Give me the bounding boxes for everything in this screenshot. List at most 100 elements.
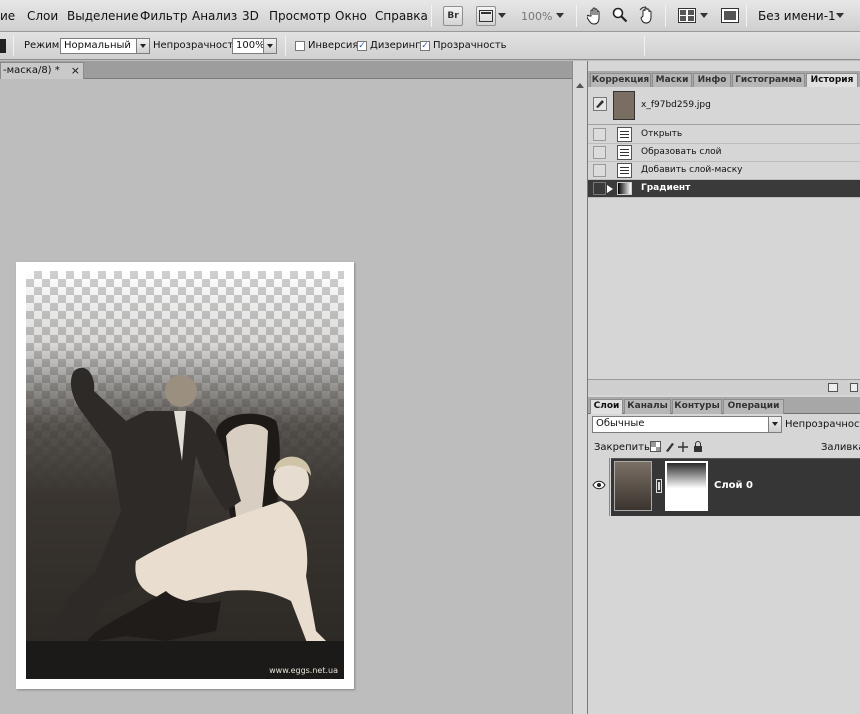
opacity-value: 100% — [236, 40, 265, 51]
tab-info[interactable]: Инфо — [693, 73, 731, 88]
view-extras-button[interactable] — [476, 6, 496, 26]
history-step-source-box[interactable] — [593, 164, 606, 177]
history-step[interactable]: Образовать слой — [588, 144, 860, 162]
zoom-level[interactable]: 100% — [521, 10, 552, 23]
chevron-down-icon[interactable] — [700, 13, 708, 18]
tab-layers[interactable]: Слои — [590, 399, 623, 414]
bridge-button[interactable]: Br — [443, 6, 463, 26]
history-step-label: Образовать слой — [641, 147, 722, 157]
history-step-icon — [617, 127, 632, 142]
chevron-down-icon[interactable] — [556, 13, 564, 18]
tab-paths[interactable]: Контуры — [672, 399, 722, 414]
chevron-down-icon — [136, 39, 149, 53]
separator — [746, 5, 747, 27]
transparency-checkbox[interactable]: ✓ — [420, 41, 430, 51]
fill-label: Заливка: — [821, 442, 860, 453]
layer-visibility-column — [588, 458, 610, 516]
layer-thumbnail[interactable] — [614, 461, 652, 511]
history-state-slider-icon[interactable] — [607, 185, 613, 193]
document-tab-title: -маска/8) * — [3, 65, 60, 76]
arrange-documents-icon[interactable] — [678, 8, 696, 23]
tab-actions[interactable]: Операции — [723, 399, 784, 414]
opacity-field[interactable]: 100% — [232, 38, 277, 54]
menu-help[interactable]: Справка — [375, 9, 428, 23]
tab-masks[interactable]: Маски — [652, 73, 692, 88]
snapshot-thumbnail — [613, 91, 635, 120]
dither-checkbox[interactable]: ✓ — [357, 41, 367, 51]
history-step[interactable]: Открыть — [588, 126, 860, 144]
eye-icon[interactable] — [592, 480, 606, 490]
canvas-area[interactable]: www.eggs.net.ua — [0, 79, 572, 714]
history-step-label: Градиент — [641, 183, 691, 193]
history-step-source-box[interactable] — [593, 128, 606, 141]
menu-analysis[interactable]: Анализ — [192, 9, 237, 23]
document-canvas[interactable]: www.eggs.net.ua — [16, 262, 354, 689]
separator — [431, 5, 432, 27]
layer-mask-thumbnail[interactable] — [665, 461, 708, 511]
menu-edit[interactable]: ие — [0, 9, 15, 23]
tool-preset-icon[interactable] — [0, 39, 6, 53]
transparency-grid: www.eggs.net.ua — [26, 271, 344, 679]
link-icon[interactable] — [656, 479, 662, 493]
history-brush-source-icon[interactable] — [593, 97, 607, 111]
history-step-icon — [617, 163, 632, 178]
screen-mode-icon[interactable] — [721, 8, 739, 23]
menu-3d[interactable]: 3D — [242, 9, 259, 23]
history-step-source-box[interactable] — [593, 182, 606, 195]
lock-all-icon[interactable] — [694, 441, 702, 453]
lock-options — [650, 441, 702, 453]
menu-filter[interactable]: Фильтр — [140, 9, 187, 23]
mode-label: Режим: — [24, 40, 63, 51]
scroll-up-icon[interactable] — [576, 83, 584, 88]
mode-select[interactable]: Нормальный — [60, 38, 150, 54]
history-step-source-box[interactable] — [593, 146, 606, 159]
lock-pixels-icon[interactable] — [666, 443, 674, 452]
document-tab-bar: -маска/8) * × — [0, 61, 572, 79]
watermark-text: www.eggs.net.ua — [269, 666, 338, 675]
close-icon[interactable]: × — [71, 63, 80, 78]
reverse-label: Инверсия — [308, 40, 359, 51]
chevron-right-icon — [263, 39, 276, 53]
rotate-view-icon[interactable] — [638, 6, 656, 25]
menu-view[interactable]: Просмотр — [269, 9, 331, 23]
tab-adjustments[interactable]: Коррекция — [590, 73, 651, 88]
mode-value: Нормальный — [64, 40, 131, 51]
hand-tool-icon[interactable] — [587, 7, 603, 25]
chevron-down-icon[interactable] — [498, 13, 506, 18]
history-panel-footer — [588, 379, 860, 395]
zoom-tool-icon[interactable] — [612, 7, 628, 24]
separator — [576, 5, 577, 27]
history-step-active[interactable]: Градиент — [588, 180, 860, 198]
separator — [13, 36, 14, 56]
layer-row[interactable]: Слой 0 — [611, 458, 860, 516]
document-tab[interactable]: -маска/8) * × — [0, 62, 84, 79]
lock-position-icon[interactable] — [678, 442, 688, 452]
chevron-down-icon[interactable] — [836, 13, 844, 18]
reverse-checkbox[interactable] — [295, 41, 305, 51]
menu-select[interactable]: Выделение — [67, 9, 138, 23]
blend-mode-select[interactable]: Обычные — [592, 416, 782, 433]
tab-channels[interactable]: Каналы — [624, 399, 671, 414]
separator — [644, 36, 645, 56]
layer-name[interactable]: Слой 0 — [714, 480, 753, 491]
new-document-icon[interactable] — [828, 383, 838, 392]
tab-histogram[interactable]: Гистограмма — [732, 73, 805, 88]
history-step-label: Открыть — [641, 129, 683, 139]
history-snapshot[interactable]: x_f97bd259.jpg — [588, 87, 860, 125]
workspace-name[interactable]: Без имени-1 — [758, 9, 836, 23]
panel-column: Коррекция Маски Инфо Гистограмма История… — [587, 61, 860, 714]
transparency-label: Прозрачность — [433, 40, 507, 51]
menu-window[interactable]: Окно — [335, 9, 367, 23]
opacity-label: Непрозрачность: — [153, 40, 243, 51]
tab-history[interactable]: История — [806, 73, 858, 88]
history-panel-tabs: Коррекция Маски Инфо Гистограмма История — [588, 71, 860, 88]
menu-layers[interactable]: Слои — [27, 9, 58, 23]
history-step[interactable]: Добавить слой-маску — [588, 162, 860, 180]
separator — [285, 36, 286, 56]
snapshot-name: x_f97bd259.jpg — [641, 100, 711, 110]
delete-icon[interactable] — [850, 383, 858, 392]
options-bar: Режим: Нормальный Непрозрачность: 100% И… — [0, 32, 860, 60]
lock-transparent-icon[interactable] — [650, 441, 661, 452]
vertical-scrollbar[interactable] — [572, 61, 587, 714]
chevron-down-icon — [768, 417, 781, 432]
